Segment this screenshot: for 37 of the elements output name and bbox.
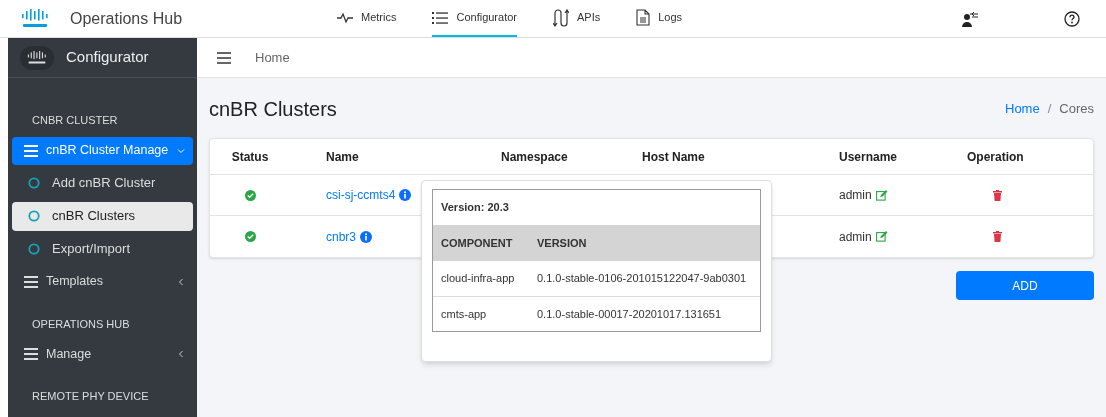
- nav-tab[interactable]: Logs: [636, 0, 683, 37]
- column-header: Name: [325, 148, 360, 166]
- column-header: Username: [838, 148, 899, 166]
- breadcrumb-link[interactable]: Home: [1005, 99, 1040, 119]
- sidebar-item[interactable]: Export/Import: [12, 234, 193, 264]
- breadcrumb-separator: /: [1047, 100, 1052, 119]
- cluster-link[interactable]: csi-sj-ccmts4: [326, 186, 396, 204]
- column-header: VERSION: [537, 235, 588, 251]
- column-header: COMPONENT: [441, 235, 514, 251]
- nav-tab[interactable]: APIs: [553, 0, 601, 37]
- sidebar-title: Configurator: [66, 47, 149, 68]
- table-cell-text: 0.1.0-stable-00017-20201017.131651: [537, 306, 723, 322]
- sidebar-group-item[interactable]: cnBR Cluster Manage: [12, 136, 193, 165]
- nav-tab[interactable]: Metrics: [337, 0, 397, 37]
- cluster-link[interactable]: cnbr3: [326, 227, 357, 246]
- table-cell-text: 0.1.0-stable-0106-201015122047-9ab0301: [537, 271, 748, 287]
- column-header: Status: [231, 148, 269, 166]
- column-header: Operation: [966, 148, 1025, 166]
- sidebar-item[interactable]: Add cnBR Cluster: [12, 168, 193, 198]
- column-header: Namespace: [500, 148, 569, 166]
- section-heading: REMOTE PHY DEVICE: [31, 389, 150, 404]
- breadcrumb-home[interactable]: Home: [255, 47, 290, 68]
- popover-title: Version: 20.3: [440, 200, 510, 216]
- sidebar-group-item[interactable]: Templates: [12, 267, 193, 296]
- section-heading: CNBR CLUSTER: [31, 113, 119, 128]
- breadcrumb-current: Cores: [1059, 100, 1094, 119]
- page-title: cnBR Clusters: [209, 97, 337, 122]
- table-cell-text: cmts-app: [441, 306, 488, 322]
- table-cell-text: admin: [839, 187, 872, 204]
- table-cell-text: admin: [839, 228, 872, 246]
- add-button[interactable]: ADD: [956, 271, 1094, 300]
- section-heading: OPERATIONS HUB: [31, 316, 131, 332]
- sidebar-item[interactable]: cnBR Clusters: [12, 201, 193, 231]
- sidebar-group-item[interactable]: Manage: [12, 340, 193, 368]
- table-cell-text: cloud-infra-app: [441, 271, 516, 287]
- app-title: Operations Hub: [70, 8, 183, 29]
- column-header: Host Name: [641, 148, 706, 166]
